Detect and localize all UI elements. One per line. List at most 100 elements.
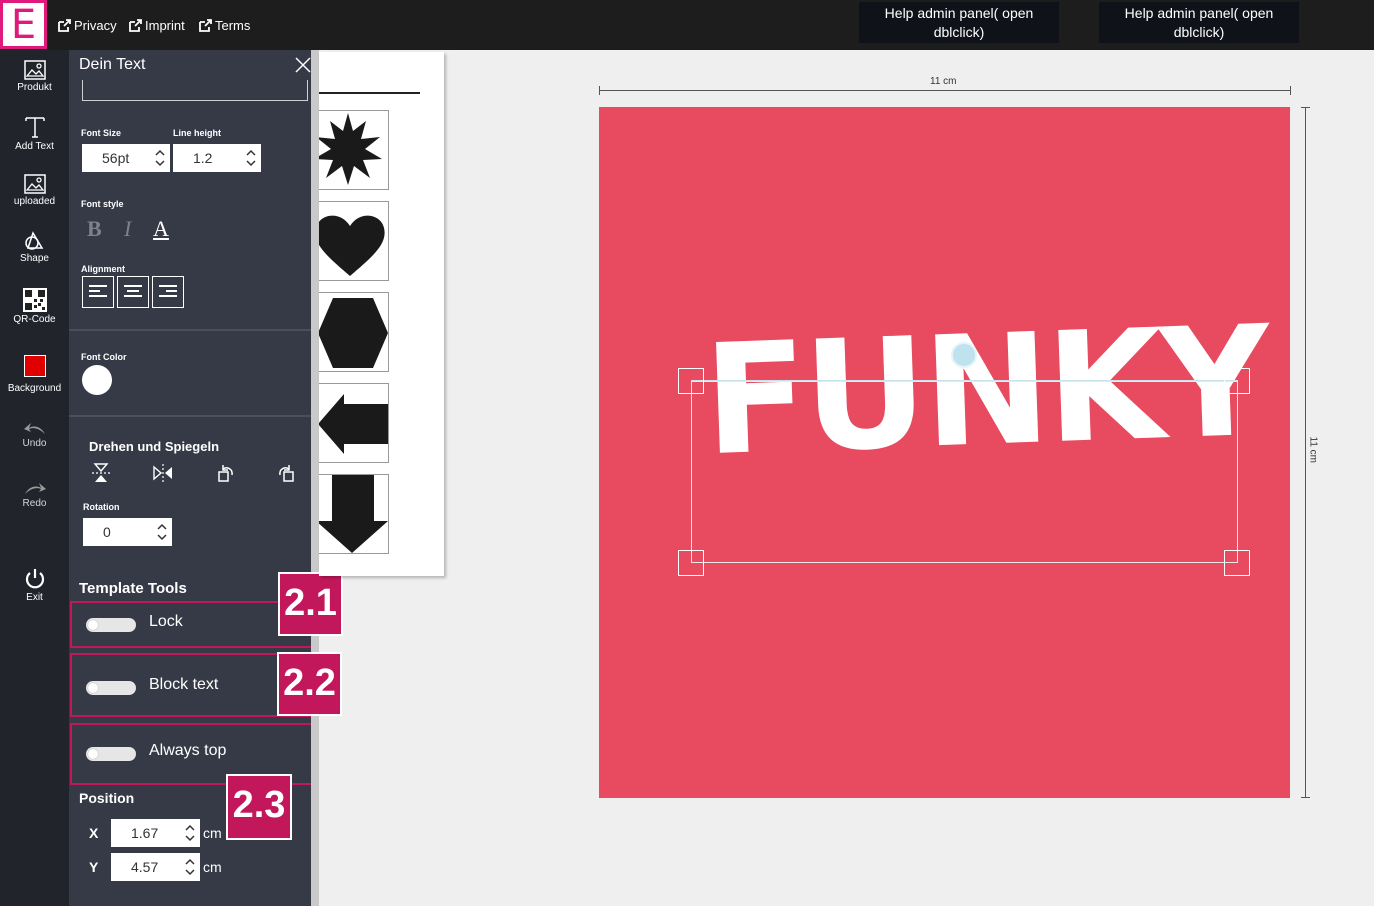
font-style-label: Font style [81,199,124,209]
shapes-popup [319,52,444,576]
flip-vertical-icon[interactable] [90,462,112,484]
arrow-down-icon [319,475,388,553]
underline-button[interactable]: A [153,216,169,242]
qr-code-icon [22,288,47,312]
help-admin-button-2[interactable]: Help admin panel( open dblclick) [1099,2,1299,43]
image-icon [23,60,46,80]
terms-link[interactable]: Terms [198,18,250,33]
rotation-stepper[interactable]: 0 [83,518,172,546]
height-ruler [1305,107,1306,798]
ruler-tick [1290,86,1291,95]
align-center-icon [124,285,142,297]
rotation-label: Rotation [83,502,120,512]
shapes-icon [24,231,43,250]
rail-shape[interactable]: Shape [0,231,69,264]
align-right-icon [159,285,177,297]
lock-toggle[interactable] [86,618,136,632]
x-label: X [89,825,99,841]
annotation-badge-2-2: 2.2 [277,652,342,716]
external-link-icon [58,18,71,32]
shape-heart[interactable] [319,201,389,281]
bold-button[interactable]: B [87,216,102,242]
y-unit: cm [203,859,222,875]
width-ruler [599,90,1291,91]
left-toolbar: Produkt Add Text uploaded Shape QR-Code … [0,50,69,906]
rotate-handle[interactable] [951,342,977,368]
divider [69,329,311,331]
rail-undo[interactable]: Undo [0,420,69,449]
stepper-arrows-icon [185,858,195,876]
height-label: 11 cm [1307,436,1319,464]
lock-label: Lock [149,613,183,630]
shape-arrow-down[interactable] [319,474,389,554]
text-icon [24,117,45,138]
font-size-stepper[interactable]: 56pt [82,144,170,172]
shape-hexagon[interactable] [319,292,389,372]
privacy-link[interactable]: Privacy [57,18,117,33]
help-admin-button-1[interactable]: Help admin panel( open dblclick) [859,2,1059,43]
align-left-icon [89,285,107,297]
redo-icon [24,483,46,494]
resize-handle-top-right[interactable] [1224,368,1250,394]
stepper-arrows-icon [246,149,256,167]
close-icon[interactable] [294,56,312,74]
stepper-arrows-icon [157,523,167,541]
resize-handle-bottom-right[interactable] [1224,550,1250,576]
text-input[interactable] [82,80,308,101]
resize-handle-bottom-left[interactable] [678,550,704,576]
external-link-icon [199,18,212,32]
shape-arrow-left[interactable] [319,383,389,463]
align-center-button[interactable] [117,276,149,308]
power-icon [25,569,44,589]
always-top-label: Always top [149,742,227,759]
rotate-left-icon[interactable] [214,462,236,484]
rail-uploaded[interactable]: uploaded [0,174,69,207]
selection-box[interactable] [691,381,1238,563]
imprint-link[interactable]: Imprint [128,18,185,33]
y-label: Y [89,859,99,875]
resize-handle-top-left[interactable] [678,368,704,394]
logo-letter: E [10,1,37,48]
rail-background[interactable]: Background [0,355,69,394]
always-top-toggle[interactable] [86,747,136,761]
template-tools-title: Template Tools [79,580,187,597]
hexagon-icon [319,298,388,368]
rail-produkt[interactable]: Produkt [0,60,69,93]
y-position-stepper[interactable]: 4.57 [111,853,200,881]
panel-scrollbar[interactable] [311,50,319,906]
rail-exit[interactable]: Exit [0,568,69,603]
annotation-badge-2-1: 2.1 [278,572,343,636]
top-bar: E Privacy Imprint Terms Help admin panel… [0,0,1374,50]
logo[interactable]: E [0,0,47,49]
align-right-button[interactable] [152,276,184,308]
x-position-stepper[interactable]: 1.67 [111,819,200,847]
annotation-badge-2-3: 2.3 [226,774,292,840]
undo-icon [23,423,45,434]
uploaded-image-icon [23,174,46,194]
block-text-label: Block text [149,676,219,693]
font-size-label: Font Size [81,128,121,138]
rail-add-text[interactable]: Add Text [0,115,69,152]
star-burst-icon [319,113,382,185]
font-color-label: Font Color [81,352,127,362]
shapes-divider [319,92,420,94]
stepper-arrows-icon [155,149,165,167]
external-link-icon [129,18,142,32]
stepper-arrows-icon [185,824,195,842]
rotate-section-title: Drehen und Spiegeln [89,439,220,454]
font-color-swatch[interactable] [82,365,112,395]
block-text-toggle[interactable] [86,681,136,695]
heart-icon [319,215,385,276]
rail-qr-code[interactable]: QR-Code [0,288,69,325]
italic-button[interactable]: I [124,216,131,242]
flip-horizontal-icon[interactable] [152,462,174,484]
panel-title: Dein Text [79,56,146,73]
position-title: Position [79,790,135,806]
shape-star[interactable] [319,110,389,190]
line-height-label: Line height [173,128,221,138]
rail-redo[interactable]: Redo [0,480,69,509]
background-color-swatch [23,355,46,377]
line-height-stepper[interactable]: 1.2 [173,144,261,172]
align-left-button[interactable] [82,276,114,308]
rotate-right-icon[interactable] [276,462,298,484]
